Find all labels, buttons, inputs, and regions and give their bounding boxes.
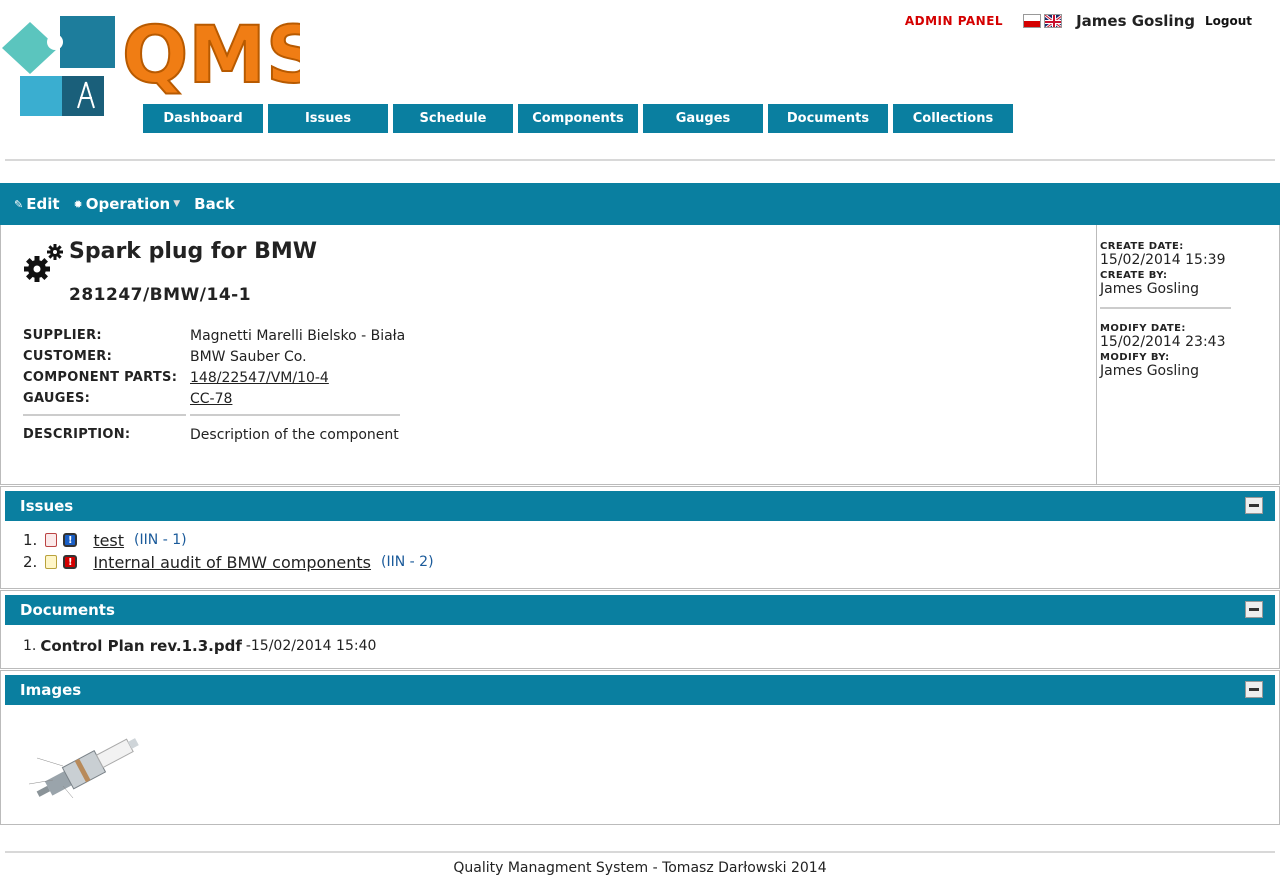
minus-icon: [1249, 504, 1259, 507]
documents-header: Documents: [5, 595, 1275, 625]
documents-collapse-button[interactable]: [1245, 601, 1263, 618]
gear-icon: ✹: [73, 197, 83, 211]
pencil-icon: ✎: [14, 197, 24, 211]
edit-label: Edit: [26, 195, 60, 213]
issue-document-icon: [45, 533, 58, 547]
polish-flag-icon[interactable]: [1023, 14, 1042, 28]
issues-header: Issues: [5, 491, 1275, 521]
component-info: Spark plug for BMW 281247/BMW/14-1 SUPPL…: [1, 225, 1097, 484]
component-detail: Spark plug for BMW 281247/BMW/14-1 SUPPL…: [0, 225, 1280, 485]
list-item: 1. Control Plan rev.1.3.pdf -15/02/2014 …: [23, 637, 1279, 655]
spark-plug-thumbnail[interactable]: [23, 728, 145, 810]
properties-divider: [23, 414, 405, 416]
description-row: DESCRIPTION: Description of the componen…: [23, 424, 405, 445]
nav-issues[interactable]: Issues: [268, 104, 388, 133]
documents-title: Documents: [20, 601, 115, 619]
back-button[interactable]: Back: [194, 195, 234, 213]
nav-documents[interactable]: Documents: [768, 104, 888, 133]
nav-dashboard[interactable]: Dashboard: [143, 104, 263, 133]
documents-section: Documents 1. Control Plan rev.1.3.pdf -1…: [0, 590, 1280, 669]
issue-link[interactable]: Internal audit of BMW components: [93, 553, 371, 572]
component-parts-label: COMPONENT PARTS:: [23, 370, 178, 385]
priority-low-icon: !: [63, 533, 78, 547]
images-header: Images: [5, 675, 1275, 705]
gauges-label: GAUGES:: [23, 391, 91, 406]
user-area: ADMIN PANEL James Gosling Logout: [905, 12, 1252, 30]
chevron-down-icon: ▼: [173, 199, 181, 209]
issues-collapse-button[interactable]: [1245, 497, 1263, 514]
modify-by-value: James Gosling: [1100, 363, 1199, 379]
customer-value: BMW Sauber Co.: [190, 348, 307, 365]
operation-dropdown[interactable]: ✹ Operation ▼: [74, 195, 181, 213]
puzzle-piece-teal: [2, 22, 58, 74]
minus-icon: [1249, 608, 1259, 611]
edit-button[interactable]: ✎ Edit: [14, 195, 60, 213]
issues-list: 1. ! test (IIN - 1) 2. ! Internal audit …: [23, 529, 1279, 573]
list-item: 1. ! test (IIN - 1): [23, 529, 1279, 551]
nav-gauges[interactable]: Gauges: [643, 104, 763, 133]
images-collapse-button[interactable]: [1245, 681, 1263, 698]
create-by-value: James Gosling: [1100, 281, 1199, 297]
nav-components[interactable]: Components: [518, 104, 638, 133]
footer-text: Quality Managment System - Tomasz Darłow…: [453, 860, 827, 876]
english-flag-icon[interactable]: [1044, 14, 1063, 28]
component-properties: SUPPLIER: Magnetti Marelli Bielsko - Bia…: [23, 325, 405, 445]
supplier-row: SUPPLIER: Magnetti Marelli Bielsko - Bia…: [23, 325, 405, 346]
main-nav: Dashboard Issues Schedule Components Gau…: [143, 104, 1018, 133]
logo-text: QMS: [122, 11, 300, 101]
nav-collections[interactable]: Collections: [893, 104, 1013, 133]
list-index: 1.: [23, 531, 38, 549]
priority-high-icon: !: [63, 555, 78, 569]
puzzle-piece-blue: [60, 16, 115, 68]
supplier-label: SUPPLIER:: [23, 328, 102, 343]
create-by-label: CREATE BY:: [1100, 270, 1168, 281]
document-link[interactable]: Control Plan rev.1.3.pdf: [40, 637, 241, 655]
customer-label: CUSTOMER:: [23, 349, 113, 364]
issue-number: (IIN - 1): [134, 532, 187, 548]
issues-title: Issues: [20, 497, 74, 515]
issues-section: Issues 1. ! test (IIN - 1) 2. ! Internal…: [0, 486, 1280, 589]
images-section: Images: [0, 670, 1280, 825]
create-date-label: CREATE DATE:: [1100, 241, 1184, 252]
component-parts-row: COMPONENT PARTS: 148/22547/VM/10-4: [23, 367, 405, 388]
issue-link[interactable]: test: [93, 531, 124, 550]
gears-icon: [24, 244, 63, 282]
logout-link[interactable]: Logout: [1205, 14, 1252, 28]
create-date-value: 15/02/2014 15:39: [1100, 252, 1226, 268]
gauge-link[interactable]: CC-78: [190, 391, 232, 407]
images-title: Images: [20, 681, 82, 699]
customer-row: CUSTOMER: BMW Sauber Co.: [23, 346, 405, 367]
minus-icon: [1249, 688, 1259, 691]
operation-label: Operation: [85, 195, 171, 213]
document-date: -15/02/2014 15:40: [245, 638, 377, 654]
component-code: 281247/BMW/14-1: [69, 285, 252, 305]
modify-date-value: 15/02/2014 23:43: [1100, 334, 1226, 350]
list-item: 2. ! Internal audit of BMW components (I…: [23, 551, 1279, 573]
description-value: Description of the component: [190, 426, 399, 443]
gauges-row: GAUGES: CC-78: [23, 388, 405, 409]
component-part-link[interactable]: 148/22547/VM/10-4: [190, 370, 329, 386]
user-name: James Gosling: [1076, 12, 1195, 30]
modify-date-label: MODIFY DATE:: [1100, 323, 1186, 334]
footer-divider: [5, 851, 1275, 853]
component-name: Spark plug for BMW: [69, 239, 318, 264]
modify-by-label: MODIFY BY:: [1100, 352, 1170, 363]
list-index: 1.: [23, 638, 37, 654]
header-divider: [5, 159, 1275, 161]
list-index: 2.: [23, 553, 38, 571]
nav-schedule[interactable]: Schedule: [393, 104, 513, 133]
supplier-value: Magnetti Marelli Bielsko - Biała: [190, 327, 406, 344]
puzzle-piece-light: [20, 76, 62, 116]
admin-panel-link[interactable]: ADMIN PANEL: [905, 14, 1003, 28]
action-toolbar: ✎ Edit ✹ Operation ▼ Back: [0, 183, 1280, 225]
qms-logo[interactable]: QMS: [0, 6, 300, 116]
issue-document-icon: [45, 555, 58, 569]
puzzle-piece-dark: [62, 76, 104, 116]
issue-number: (IIN - 2): [381, 554, 434, 570]
metadata-panel: CREATE DATE: 15/02/2014 15:39 CREATE BY:…: [1100, 239, 1260, 381]
metadata-divider: [1100, 307, 1231, 309]
description-label: DESCRIPTION:: [23, 427, 131, 442]
back-label: Back: [194, 195, 235, 213]
